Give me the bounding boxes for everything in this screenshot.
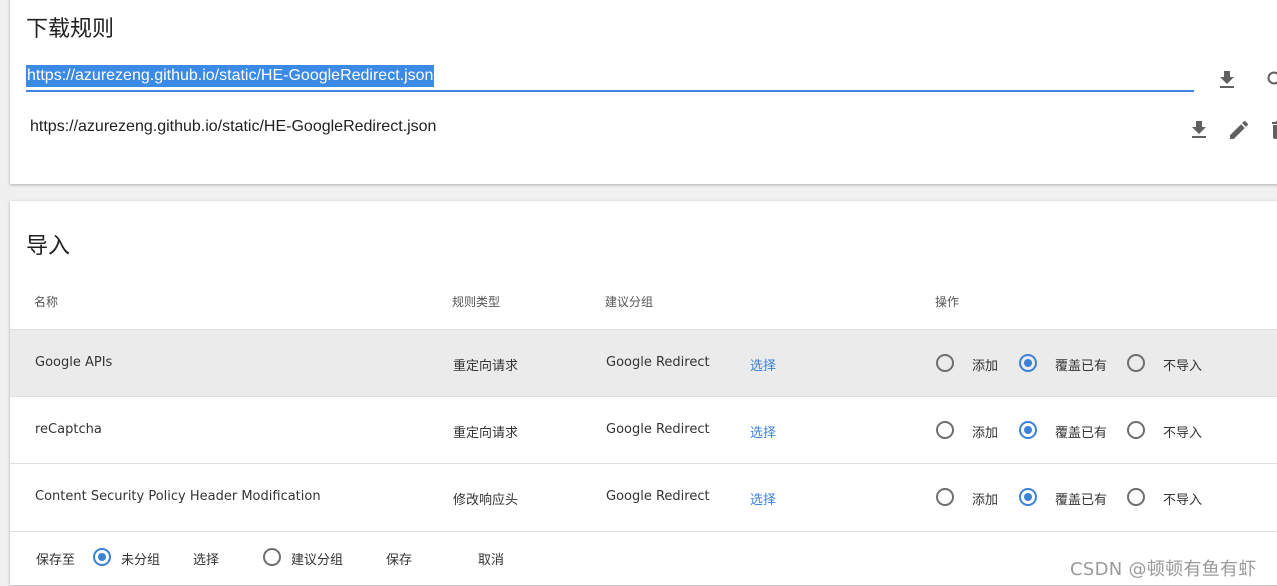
rule-type: 重定向请求	[453, 355, 518, 374]
radio-add[interactable]	[936, 354, 954, 372]
select-group-link[interactable]: 选择	[193, 549, 219, 568]
download-icon[interactable]	[1215, 68, 1239, 92]
radio-skip-label: 不导入	[1163, 355, 1202, 374]
save-to-label: 保存至	[36, 549, 75, 568]
import-title: 导入	[26, 228, 70, 260]
save-button[interactable]: 保存	[386, 549, 412, 568]
radio-skip[interactable]	[1127, 488, 1145, 506]
radio-add[interactable]	[936, 488, 954, 506]
edit-pencil-icon[interactable]	[1227, 118, 1251, 142]
rule-name: reCaptcha	[35, 422, 102, 437]
download-rules-title: 下载规则	[26, 11, 114, 43]
column-header-group: 建议分组	[605, 293, 653, 310]
radio-ungrouped-label: 未分组	[121, 549, 160, 568]
radio-skip[interactable]	[1127, 354, 1145, 372]
radio-skip-label: 不导入	[1163, 489, 1202, 508]
radio-add[interactable]	[936, 421, 954, 439]
radio-skip-label: 不导入	[1163, 422, 1202, 441]
column-header-action: 操作	[935, 293, 959, 310]
radio-add-label: 添加	[972, 422, 998, 441]
rule-name: Google APIs	[35, 355, 112, 370]
select-group-link[interactable]: 选择	[750, 355, 776, 374]
rule-entry-url: https://azurezeng.github.io/static/HE-Go…	[30, 118, 436, 136]
radio-overwrite-label: 覆盖已有	[1055, 355, 1107, 374]
select-group-link[interactable]: 选择	[750, 422, 776, 441]
radio-ungrouped[interactable]	[93, 548, 111, 566]
rule-group: Google Redirect	[606, 355, 710, 370]
radio-overwrite[interactable]	[1019, 354, 1037, 372]
select-group-link[interactable]: 选择	[750, 489, 776, 508]
table-row: reCaptcha 重定向请求 Google Redirect 选择 添加 覆盖…	[10, 396, 1277, 464]
rule-type: 修改响应头	[453, 489, 518, 508]
rule-url-input[interactable]: https://azurezeng.github.io/static/HE-Go…	[26, 64, 1194, 92]
radio-overwrite[interactable]	[1019, 421, 1037, 439]
radio-suggested-group[interactable]	[263, 548, 281, 566]
radio-suggested-group-label: 建议分组	[291, 549, 343, 568]
search-icon[interactable]	[1264, 68, 1277, 92]
delete-trash-icon[interactable]	[1267, 118, 1277, 142]
table-row: Google APIs 重定向请求 Google Redirect 选择 添加 …	[10, 329, 1277, 397]
cancel-button[interactable]: 取消	[478, 549, 504, 568]
rule-name: Content Security Policy Header Modificat…	[35, 489, 321, 504]
rule-type: 重定向请求	[453, 422, 518, 441]
column-header-name: 名称	[34, 293, 58, 310]
table-row: Content Security Policy Header Modificat…	[10, 463, 1277, 531]
radio-skip[interactable]	[1127, 421, 1145, 439]
rule-group: Google Redirect	[606, 422, 710, 437]
rule-group: Google Redirect	[606, 489, 710, 504]
download-rules-card: 下载规则 https://azurezeng.github.io/static/…	[10, 0, 1277, 184]
radio-overwrite-label: 覆盖已有	[1055, 489, 1107, 508]
import-card: 导入 名称 规则类型 建议分组 操作 Google APIs 重定向请求 Goo…	[10, 201, 1277, 585]
radio-overwrite[interactable]	[1019, 488, 1037, 506]
radio-add-label: 添加	[972, 355, 998, 374]
column-header-type: 规则类型	[452, 293, 500, 310]
radio-add-label: 添加	[972, 489, 998, 508]
download-icon[interactable]	[1187, 118, 1211, 142]
radio-overwrite-label: 覆盖已有	[1055, 422, 1107, 441]
rule-url-input-value[interactable]: https://azurezeng.github.io/static/HE-Go…	[26, 65, 434, 87]
watermark-text: CSDN @顿顿有鱼有虾	[1070, 555, 1257, 581]
